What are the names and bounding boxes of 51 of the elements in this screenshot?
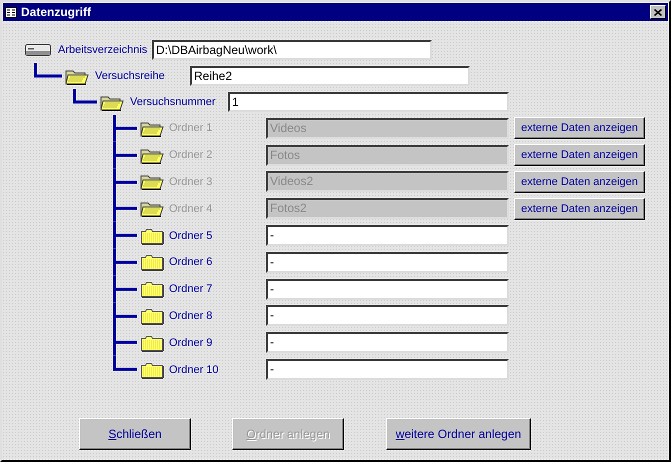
action-button[interactable]: weitere Ordner anlegen bbox=[386, 418, 531, 450]
folder-icon bbox=[140, 253, 164, 272]
action-button[interactable]: Schließen bbox=[79, 418, 191, 450]
tree-connector bbox=[34, 63, 62, 78]
tree-connector bbox=[113, 302, 137, 330]
field-label: Versuchsnummer bbox=[130, 96, 216, 108]
tree-connector bbox=[113, 248, 137, 276]
folder-icon bbox=[140, 120, 164, 137]
close-icon bbox=[654, 8, 662, 16]
folder-icon bbox=[140, 226, 164, 245]
window-icon bbox=[5, 6, 17, 18]
folder-icon bbox=[100, 94, 124, 110]
tree-connector bbox=[113, 168, 137, 196]
field-label: Ordner 3 bbox=[169, 176, 212, 188]
folder-icon bbox=[140, 173, 164, 190]
text-field[interactable]: 1 bbox=[228, 92, 509, 112]
text-field[interactable]: - bbox=[266, 359, 509, 380]
field-label: Ordner 9 bbox=[169, 336, 212, 349]
text-field[interactable]: - bbox=[266, 252, 509, 273]
folder-icon bbox=[65, 68, 89, 84]
tree-connector bbox=[113, 222, 137, 249]
field-label: Ordner 10 bbox=[169, 364, 219, 376]
tree-connector bbox=[73, 89, 97, 104]
field-label: Ordner 6 bbox=[169, 256, 212, 268]
folder-icon bbox=[140, 200, 164, 218]
text-field[interactable]: - bbox=[266, 305, 509, 326]
tree-connector bbox=[113, 142, 137, 169]
field-label: Ordner 5 bbox=[169, 230, 212, 242]
text-field[interactable]: - bbox=[266, 278, 509, 300]
field-label: Ordner 4 bbox=[169, 202, 212, 215]
text-field[interactable]: Reihe2 bbox=[190, 66, 470, 86]
tree-connector bbox=[113, 115, 137, 142]
field-label: Ordner 7 bbox=[169, 283, 212, 296]
folder-icon bbox=[140, 280, 164, 298]
folder-icon bbox=[140, 334, 164, 352]
folder-icon bbox=[140, 306, 164, 325]
drive-icon bbox=[25, 43, 51, 57]
field-label: Ordner 8 bbox=[169, 310, 212, 322]
text-field[interactable]: - bbox=[266, 225, 509, 246]
text-field[interactable]: D:\DBAirbagNeu\work\ bbox=[152, 40, 432, 60]
folder-icon bbox=[140, 146, 164, 164]
field-label: Ordner 2 bbox=[169, 149, 212, 162]
close-button[interactable] bbox=[650, 5, 666, 19]
tree-connector bbox=[113, 276, 137, 303]
field-label: Ordner 1 bbox=[169, 122, 212, 134]
text-field[interactable]: - bbox=[266, 332, 509, 354]
field-label: Arbeitsverzeichnis bbox=[58, 44, 148, 56]
window-title: Datenzugriff bbox=[21, 5, 92, 19]
folder-icon bbox=[140, 360, 164, 379]
tree-connector bbox=[113, 195, 137, 222]
field-label: Versuchsreihe bbox=[95, 70, 165, 82]
